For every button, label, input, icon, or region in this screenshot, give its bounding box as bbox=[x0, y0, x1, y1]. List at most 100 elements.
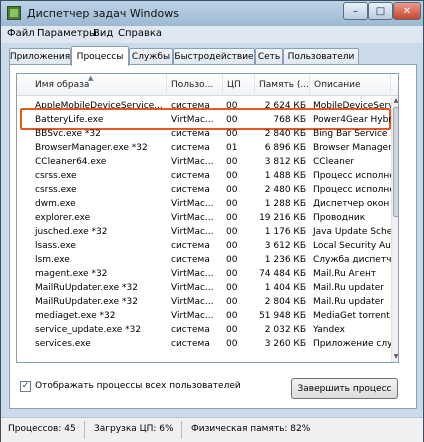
cell-mem: 1 488 КБ bbox=[264, 171, 306, 181]
cell-name: mediaget.exe *32 bbox=[35, 311, 116, 321]
tab-network[interactable]: Сеть bbox=[255, 48, 283, 65]
cell-mem: 2 480 КБ bbox=[264, 185, 306, 195]
cell-name: dwm.exe bbox=[35, 199, 76, 209]
cell-name: csrss.exe bbox=[35, 185, 77, 195]
cell-desc: Power4Gear Hybrid bbox=[313, 115, 391, 125]
cell-mem: 3 260 КБ bbox=[264, 339, 306, 349]
close-icon: ✕ bbox=[402, 5, 412, 17]
cell-cpu: 00 bbox=[226, 115, 238, 125]
cell-name: BrowserManager.exe *32 bbox=[35, 143, 148, 153]
task-manager-window: Диспетчер задач Windows – □ ✕ Файл Парам… bbox=[0, 0, 424, 442]
column-image-name[interactable]: Имя образа ▲ bbox=[17, 74, 167, 96]
table-row[interactable]: csrss.exe система 00 2 480 КБ Процесс исполн… bbox=[17, 183, 391, 197]
cell-cpu: 00 bbox=[226, 157, 238, 167]
table-row[interactable]: mediaget.exe *32 VirtMac... 00 51 948 КБ Med… bbox=[17, 309, 391, 323]
window-title: Диспетчер задач Windows bbox=[27, 7, 179, 20]
cell-cpu: 00 bbox=[226, 255, 238, 265]
cell-mem: 51 948 КБ bbox=[259, 311, 306, 321]
menu-view[interactable]: Вид bbox=[93, 28, 113, 39]
cell-name: jusched.exe *32 bbox=[35, 227, 108, 237]
menu-help[interactable]: Справка bbox=[118, 28, 162, 39]
cell-desc: Служба диспетчера bbox=[313, 255, 391, 265]
cell-cpu: 00 bbox=[226, 227, 238, 237]
cell-user: VirtMac... bbox=[171, 297, 214, 307]
show-all-users-label[interactable]: Отображать процессы всех пользователей bbox=[35, 381, 241, 391]
vertical-scrollbar[interactable]: ▲ ▼ bbox=[391, 97, 398, 362]
cell-mem: 1 404 КБ bbox=[264, 283, 306, 293]
table-row[interactable]: AppleMobileDeviceService... система 00 2 62… bbox=[17, 99, 391, 113]
cell-mem: 768 КБ bbox=[273, 115, 306, 125]
cell-name: CCleaner64.exe bbox=[35, 157, 107, 167]
cell-mem: 3 612 КБ bbox=[264, 241, 306, 251]
cell-desc: Mail.Ru updater bbox=[313, 297, 384, 307]
process-list[interactable]: Имя образа ▲ Пользо... ЦП Память (... Оп… bbox=[16, 73, 399, 363]
table-row[interactable]: BatteryLife.exe VirtMac... 00 768 КБ Power4G… bbox=[17, 113, 391, 127]
table-row[interactable]: jusched.exe *32 VirtMac... 00 1 176 КБ Java … bbox=[17, 225, 391, 239]
status-cpu: Загрузка ЦП: 6% bbox=[94, 424, 174, 434]
title-bar[interactable]: Диспетчер задач Windows – □ ✕ bbox=[1, 1, 423, 26]
cell-cpu: 00 bbox=[226, 241, 238, 251]
scroll-down-icon[interactable]: ▼ bbox=[392, 353, 398, 362]
column-description[interactable]: Описание bbox=[310, 74, 391, 96]
cell-desc: Процесс исполнения bbox=[313, 171, 391, 181]
cell-cpu: 00 bbox=[226, 185, 238, 195]
status-separator bbox=[181, 421, 182, 439]
cell-user: система bbox=[171, 129, 210, 139]
table-row[interactable]: MailRuUpdater.exe *32 VirtMac... 00 1 404 К… bbox=[17, 281, 391, 295]
cell-desc: Yandex bbox=[313, 325, 345, 335]
tab-performance[interactable]: Быстродействие bbox=[173, 48, 255, 65]
cell-user: система bbox=[171, 325, 210, 335]
cell-desc: Проводник bbox=[313, 213, 366, 223]
menu-file[interactable]: Файл bbox=[7, 28, 35, 39]
cell-user: VirtMac... bbox=[171, 213, 214, 223]
process-list-header: Имя образа ▲ Пользо... ЦП Память (... Оп… bbox=[17, 74, 398, 96]
table-row[interactable]: services.exe система 00 3 260 КБ Приложение … bbox=[17, 337, 391, 351]
column-image-name-label: Имя образа bbox=[35, 80, 90, 90]
table-row[interactable]: CCleaner64.exe VirtMac... 00 3 812 КБ CClean… bbox=[17, 155, 391, 169]
cell-user: система bbox=[171, 339, 210, 349]
end-process-button[interactable]: Завершить процесс bbox=[291, 378, 398, 399]
table-row[interactable]: magent.exe *32 VirtMac... 00 74 484 КБ Mail.… bbox=[17, 267, 391, 281]
cell-mem: 2 624 КБ bbox=[264, 101, 306, 111]
column-memory[interactable]: Память (... bbox=[255, 74, 310, 96]
minimize-button[interactable]: – bbox=[343, 2, 368, 20]
cell-name: explorer.exe bbox=[35, 213, 91, 223]
cell-desc: Bing Bar Service bbox=[313, 129, 388, 139]
table-row[interactable]: service_update.exe *32 система 00 2 032 КБ Y… bbox=[17, 323, 391, 337]
column-user[interactable]: Пользо... bbox=[167, 74, 223, 96]
scroll-thumb[interactable] bbox=[393, 107, 398, 217]
table-row[interactable]: dwm.exe VirtMac... 00 1 288 КБ Диспетчер око… bbox=[17, 197, 391, 211]
table-row[interactable]: MailRuUpdater.exe *32 VirtMac... 00 2 804 К… bbox=[17, 295, 391, 309]
cell-cpu: 00 bbox=[226, 171, 238, 181]
cell-desc: Local Security Authori bbox=[313, 241, 391, 251]
tab-processes[interactable]: Процессы bbox=[71, 46, 129, 66]
show-all-users-checkbox[interactable]: ✓ bbox=[20, 381, 31, 392]
table-row[interactable]: BBSvc.exe *32 система 00 2 840 КБ Bing Bar S… bbox=[17, 127, 391, 141]
cell-name: MailRuUpdater.exe *32 bbox=[35, 297, 138, 307]
cell-desc: MobileDeviceService bbox=[313, 101, 391, 111]
tab-users[interactable]: Пользователи bbox=[283, 48, 359, 65]
cell-cpu: 00 bbox=[226, 297, 238, 307]
tab-services[interactable]: Службы bbox=[129, 48, 173, 65]
menu-options[interactable]: Параметры bbox=[37, 28, 97, 39]
cell-name: BBSvc.exe *32 bbox=[35, 129, 101, 139]
maximize-button[interactable]: □ bbox=[368, 2, 393, 20]
table-row[interactable]: lsm.exe система 00 1 236 КБ Служба диспетчер… bbox=[17, 253, 391, 267]
cell-user: VirtMac... bbox=[171, 227, 214, 237]
column-cpu[interactable]: ЦП bbox=[223, 74, 255, 96]
table-row[interactable]: lsass.exe система 00 3 612 КБ Local Security… bbox=[17, 239, 391, 253]
cell-name: csrss.exe bbox=[35, 171, 77, 181]
cell-mem: 19 216 КБ bbox=[259, 213, 306, 223]
cell-cpu: 00 bbox=[226, 325, 238, 335]
checkmark-icon: ✓ bbox=[21, 381, 30, 391]
scroll-up-icon[interactable]: ▲ bbox=[392, 97, 398, 107]
table-row[interactable]: BrowserManager.exe *32 система 01 6 896 КБ B… bbox=[17, 141, 391, 155]
cell-mem: 6 896 КБ bbox=[264, 143, 306, 153]
tab-applications[interactable]: Приложения bbox=[9, 48, 71, 65]
close-button[interactable]: ✕ bbox=[393, 2, 421, 20]
table-row[interactable]: csrss.exe система 00 1 488 КБ Процесс исполн… bbox=[17, 169, 391, 183]
tab-strip: Приложения Процессы Службы Быстродействи… bbox=[9, 46, 417, 66]
cell-desc: Приложение служб и bbox=[313, 339, 391, 349]
cell-user: система bbox=[171, 171, 210, 181]
table-row[interactable]: explorer.exe VirtMac... 00 19 216 КБ Проводн… bbox=[17, 211, 391, 225]
